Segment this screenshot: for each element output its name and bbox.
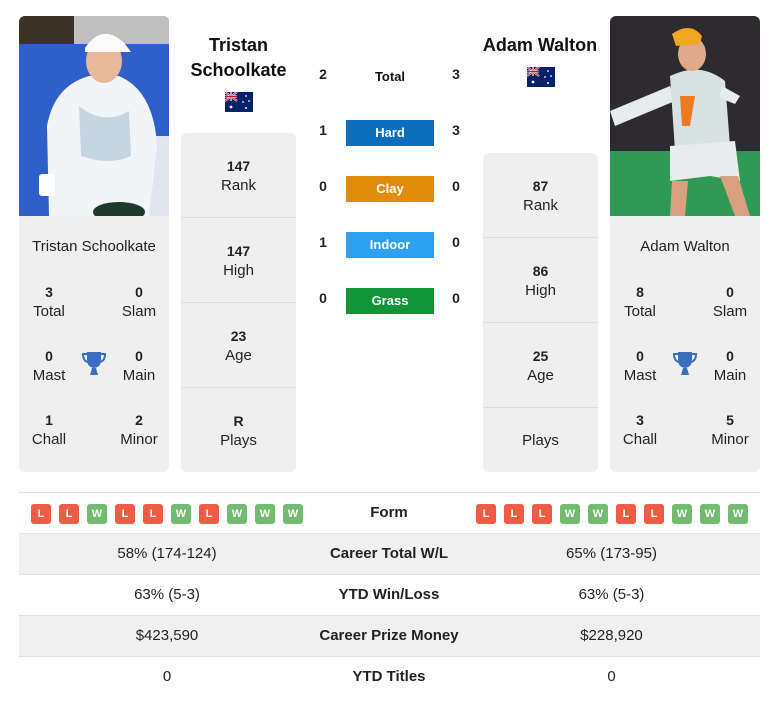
h2h-clay-p1: 0 (319, 178, 327, 194)
player2-minor-titles: 5 Minor (711, 412, 749, 448)
surface-grass[interactable]: Grass (346, 288, 434, 314)
player2-mast-titles: 0 Mast (623, 348, 657, 384)
form-label: Form (370, 504, 408, 521)
h2h-hard-p2: 3 (452, 122, 460, 138)
player1-high: 147 High (223, 243, 254, 279)
player2-age: 25 Age (527, 348, 554, 384)
surface-indoor[interactable]: Indoor (346, 232, 434, 258)
divider (483, 407, 598, 408)
player2-plays: Plays (522, 432, 559, 449)
player1-value: $423,590 (135, 627, 199, 644)
form-badge-loss: L (31, 504, 51, 524)
divider (483, 322, 598, 323)
player1-total-titles: 3 Total (33, 284, 65, 320)
surface-clay[interactable]: Clay (346, 176, 434, 202)
player2-card: Adam Walton 8 Total 0 Slam 0 Mast 0 Main 3 Ch… (610, 216, 760, 472)
h2h-indoor-p2: 0 (452, 234, 460, 250)
h2h-indoor-p1: 1 (319, 234, 327, 250)
player1-rank: 147 Rank (220, 158, 257, 194)
player1-photo (19, 16, 169, 216)
player1-minor-titles: 2 Minor (120, 412, 158, 448)
form-badge-loss: L (476, 504, 496, 524)
form-badge-win: W (560, 504, 580, 524)
player2-value: 0 (607, 668, 616, 685)
form-badge-loss: L (115, 504, 135, 524)
surface-hard[interactable]: Hard (346, 120, 434, 146)
australia-flag-icon (224, 91, 253, 112)
table-row: 0 YTD Titles 0 (19, 656, 760, 697)
h2h-grass-p1: 0 (319, 290, 327, 306)
player2-stats: 87 Rank 86 High 25 Age Plays (483, 153, 598, 472)
player2-form: LLLWWLLWWW (476, 504, 748, 524)
australia-flag-icon (526, 66, 555, 87)
divider (181, 302, 296, 303)
player2-total-titles: 8 Total (624, 284, 656, 320)
player2-high: 86 High (525, 263, 556, 299)
row-label: Career Total W/L (329, 545, 449, 562)
table-row: $423,590 Career Prize Money $228,920 (19, 615, 760, 656)
player1-name-title[interactable]: Tristan Schoolkate (181, 33, 296, 83)
player1-main-titles: 0 Main (122, 348, 156, 384)
form-badge-win: W (283, 504, 303, 524)
form-badge-loss: L (59, 504, 79, 524)
player1-plays: R Plays (220, 413, 257, 449)
player2-slam-titles: 0 Slam (712, 284, 748, 320)
player2-photo (610, 16, 760, 216)
h2h-total-p1: 2 (319, 66, 327, 82)
row-label: YTD Win/Loss (338, 586, 440, 603)
form-badge-win: W (227, 504, 247, 524)
form-badge-win: W (728, 504, 748, 524)
form-row: LLWLLWLWWW Form LLLWWLLWWW (19, 492, 760, 533)
player2-value: 63% (5-3) (578, 586, 645, 603)
player2-name-title[interactable]: Adam Walton (470, 33, 610, 58)
player1-value: 63% (5-3) (134, 586, 200, 603)
h2h-total-p2: 3 (452, 66, 460, 82)
form-badge-loss: L (644, 504, 664, 524)
player1-mast-titles: 0 Mast (32, 348, 66, 384)
form-badge-loss: L (143, 504, 163, 524)
form-badge-loss: L (616, 504, 636, 524)
row-label: Career Prize Money (319, 627, 459, 644)
player1-card-name: Tristan Schoolkate (32, 238, 156, 255)
player2-chall-titles: 3 Chall (622, 412, 658, 448)
player1-form: LLWLLWLWWW (31, 504, 303, 524)
player1-card: Tristan Schoolkate 3 Total 0 Slam 0 Mast 0M… (19, 216, 169, 472)
player1-stats: 147 Rank 147 High 23 Age R Plays (181, 133, 296, 472)
player1-age: 23 Age (225, 328, 252, 364)
form-badge-win: W (588, 504, 608, 524)
player2-value: 65% (173-95) (566, 545, 657, 562)
form-badge-win: W (672, 504, 692, 524)
trophy-icon (81, 351, 107, 377)
table-row: 63% (5-3) YTD Win/Loss 63% (5-3) (19, 574, 760, 615)
player2-main-titles: 0 Main (713, 348, 747, 384)
h2h-hard-p1: 1 (319, 122, 327, 138)
divider (181, 217, 296, 218)
form-badge-win: W (255, 504, 275, 524)
form-badge-loss: L (504, 504, 524, 524)
form-badge-loss: L (199, 504, 219, 524)
h2h-total-label: Total (374, 69, 406, 84)
player1-chall-titles: 1 Chall (31, 412, 67, 448)
table-row: 58% (174-124) Career Total W/L 65% (173-… (19, 533, 760, 574)
h2h-clay-p2: 0 (452, 178, 460, 194)
divider (483, 237, 598, 238)
player1-value: 58% (174-124) (117, 545, 217, 562)
form-badge-win: W (171, 504, 191, 524)
player1-value: 0 (162, 668, 172, 685)
player2-value: $228,920 (580, 627, 643, 644)
player2-card-name: Adam Walton (640, 238, 730, 255)
trophy-icon (672, 351, 698, 377)
form-badge-win: W (700, 504, 720, 524)
divider (181, 387, 296, 388)
player2-rank: 87 Rank (522, 178, 559, 214)
form-badge-win: W (87, 504, 107, 524)
form-badge-loss: L (532, 504, 552, 524)
row-label: YTD Titles (352, 668, 426, 685)
player1-slam-titles: 0 Slam (121, 284, 157, 320)
h2h-grass-p2: 0 (452, 290, 460, 306)
